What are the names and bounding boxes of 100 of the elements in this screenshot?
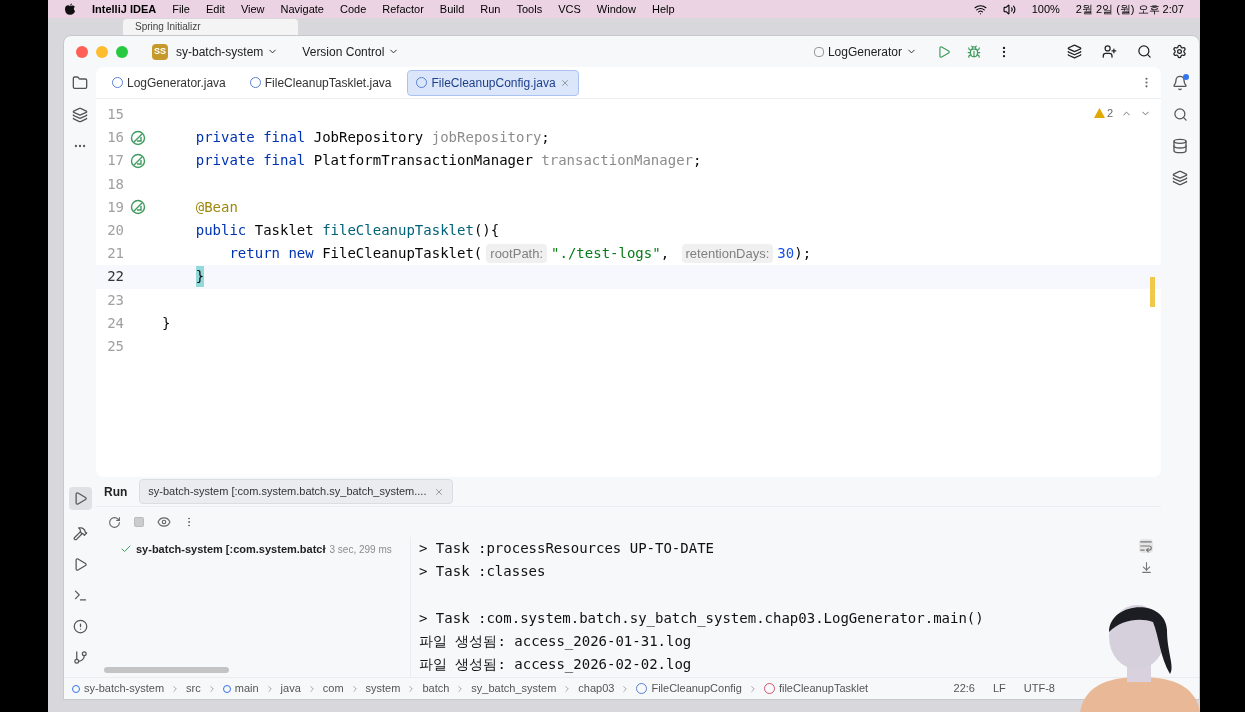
volume-icon[interactable] <box>1002 2 1016 16</box>
run-tab[interactable]: sy-batch-system [:com.system.batch.sy_batch_system.... <box>139 479 454 504</box>
menu-item[interactable]: Navigate <box>280 0 324 18</box>
breadcrumb[interactable]: sy-batch-system <box>72 680 165 697</box>
app-menu[interactable]: IntelliJ IDEA <box>92 0 157 18</box>
breadcrumb[interactable]: java <box>280 680 301 697</box>
menu-item[interactable]: Help <box>651 0 675 18</box>
console-line: > Task :processResources UP-TO-DATE <box>419 539 714 559</box>
breadcrumb[interactable]: batch <box>422 680 450 697</box>
code-token: } <box>162 313 171 333</box>
add-user-icon[interactable] <box>1102 44 1117 59</box>
search-icon[interactable] <box>1137 44 1152 59</box>
menu-item[interactable]: Code <box>339 0 367 18</box>
wifi-icon[interactable] <box>973 2 987 16</box>
code-token: return new <box>228 244 315 264</box>
console-line: > Task :classes <box>419 562 546 582</box>
file-tab[interactable]: FileCleanupTasklet.java <box>241 70 400 95</box>
git-icon[interactable] <box>72 650 88 665</box>
line-number: 16 <box>106 128 124 148</box>
code-token: fileCleanupTasklet <box>322 221 474 241</box>
file-tab[interactable]: FileCleanupConfig.java <box>407 69 579 96</box>
scrollbar[interactable] <box>104 667 229 673</box>
eye-icon[interactable] <box>157 515 171 529</box>
code-token: ; <box>693 151 702 171</box>
database-icon[interactable] <box>1172 138 1188 154</box>
breadcrumb[interactable]: sy_batch_system <box>471 680 557 697</box>
breadcrumb[interactable]: src <box>186 680 201 697</box>
breadcrumb[interactable]: FileCleanupConfig <box>636 680 742 697</box>
breadcrumb[interactable]: main <box>222 680 259 697</box>
menu-item[interactable]: Window <box>596 0 636 18</box>
browser-tab[interactable]: Spring Initializr <box>123 19 298 35</box>
battery-text[interactable]: 100% <box>1031 0 1060 18</box>
menu-item[interactable]: Run <box>480 0 501 18</box>
breadcrumb[interactable]: fileCleanupTasklet <box>763 680 869 697</box>
menu-item[interactable]: Build <box>439 0 465 18</box>
line-number: 15 <box>106 105 124 125</box>
debug-icon[interactable] <box>967 44 981 59</box>
run-icon[interactable] <box>937 44 951 59</box>
code-token: (){ <box>473 221 500 241</box>
code-token: private final <box>194 151 307 171</box>
menu-item[interactable]: View <box>240 0 265 18</box>
code-token: transactionManager <box>541 151 693 171</box>
parameter-hint: rootPath: <box>486 243 548 264</box>
run-config-selector[interactable]: LogGenerator <box>813 42 917 61</box>
breadcrumb[interactable]: chap03 <box>578 680 615 697</box>
code-token: ); <box>794 244 812 264</box>
code-token: JobRepository <box>313 128 425 148</box>
vcs-selector[interactable]: Version Control <box>302 42 400 61</box>
breadcrumb[interactable]: system <box>365 680 401 697</box>
line-number: 17 <box>106 151 124 171</box>
console-line: 파일 생성됨: access_2026-01-31.log <box>419 631 692 652</box>
project-selector[interactable]: sy-batch-system <box>176 42 279 61</box>
code-token: ; <box>541 128 550 148</box>
console-line: 파일 생성됨: access_2026-02-02.log <box>419 655 692 675</box>
code-token: } <box>195 266 205 288</box>
scrollbar[interactable] <box>1150 277 1155 307</box>
scroll-end-icon[interactable] <box>1140 561 1153 574</box>
parameter-hint: retentionDays: <box>681 243 774 264</box>
folder-icon[interactable] <box>72 75 88 91</box>
clock-text[interactable]: 2월 2일 (월) 오후 2:07 <box>1075 0 1184 18</box>
status-item[interactable]: UTF-8 <box>1023 680 1055 697</box>
project-badge: SS <box>152 43 168 60</box>
line-number: 24 <box>106 313 124 333</box>
line-number: 21 <box>106 244 124 264</box>
menu-item[interactable]: File <box>172 0 190 18</box>
code-token: PlatformTransactionManager <box>313 151 534 171</box>
rerun-icon[interactable] <box>108 515 121 529</box>
status-item[interactable]: 22:6 <box>953 680 975 697</box>
code-token: jobRepository <box>431 128 542 148</box>
warning-icon <box>1093 108 1105 119</box>
code-token: "./test-logs" <box>551 244 661 264</box>
code-token: 30 <box>777 244 795 264</box>
status-item[interactable]: LF <box>993 680 1006 697</box>
line-number: 18 <box>106 174 124 194</box>
terminal-icon[interactable] <box>72 588 88 603</box>
code-token: Tasklet <box>254 221 315 241</box>
menu-item[interactable]: Refactor <box>382 0 424 18</box>
apple-icon[interactable] <box>64 2 76 16</box>
run-icon[interactable] <box>68 487 92 510</box>
line-number: 22 <box>106 267 124 287</box>
warning-count[interactable]: 2 <box>1093 105 1113 122</box>
menu-item[interactable]: VCS <box>558 0 581 18</box>
menu-item[interactable]: Tools <box>516 0 543 18</box>
code-token: @Bean <box>194 197 238 217</box>
problems-icon[interactable] <box>72 619 88 634</box>
breadcrumb[interactable]: com <box>322 680 344 697</box>
line-number: 23 <box>106 290 124 310</box>
file-tab[interactable]: LogGenerator.java <box>104 70 234 95</box>
notifications-icon[interactable] <box>1172 75 1188 91</box>
line-number: 20 <box>106 221 124 241</box>
settings-icon[interactable] <box>1172 44 1187 59</box>
menu-item[interactable]: Edit <box>205 0 225 18</box>
run-panel-title: Run <box>104 483 128 501</box>
console-line: > Task :com.system.batch.sy_batch_system.chap03.LogGenerator.main() <box>419 608 984 629</box>
wrap-icon[interactable] <box>1139 539 1153 553</box>
run-tree-item[interactable]: sy-batch-system [:com.system.batcł 3 sec, 299 ms <box>120 541 410 558</box>
code-token: FileCleanupTasklet( <box>322 244 483 264</box>
line-number: 25 <box>106 336 124 356</box>
hammer-icon[interactable] <box>72 526 88 541</box>
code-token: public <box>194 221 248 241</box>
